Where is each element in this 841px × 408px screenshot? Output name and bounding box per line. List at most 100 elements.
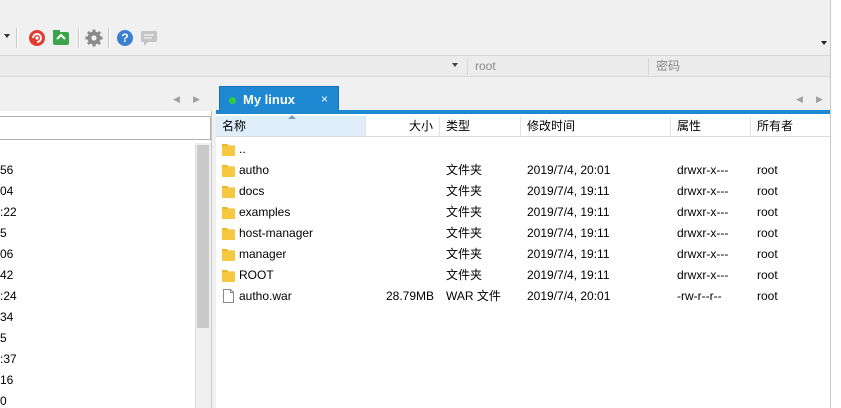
file-modified: 2019/7/4, 19:11 <box>527 247 610 261</box>
file-attributes: drwxr-x--- <box>677 226 729 240</box>
file-attributes: -rw-r--r-- <box>677 289 722 303</box>
file-size <box>366 139 434 160</box>
file-size <box>366 202 434 223</box>
local-scrollbar-thumb[interactable] <box>197 145 209 328</box>
password-placeholder: 密码 <box>656 59 681 73</box>
file-size <box>366 223 434 244</box>
file-name: autho <box>239 163 270 177</box>
table-row[interactable]: examples 文件夹 2019/7/4, 19:11 drwxr-x--- root <box>216 202 830 223</box>
green-transfer-icon[interactable] <box>52 29 70 47</box>
file-size <box>366 160 434 181</box>
local-list-item[interactable]: 16 <box>0 373 13 387</box>
table-row[interactable]: .. <box>216 139 830 160</box>
file-name: host-manager <box>239 226 314 240</box>
file-size <box>366 265 434 286</box>
host-dropdown-icon[interactable] <box>452 63 458 67</box>
file-owner: root <box>757 268 778 282</box>
file-name: manager <box>239 247 287 261</box>
table-row[interactable]: manager 文件夹 2019/7/4, 19:11 drwxr-x--- root <box>216 244 830 265</box>
local-path-input[interactable] <box>0 116 211 140</box>
folder-icon <box>222 142 235 156</box>
file-modified: 2019/7/4, 19:11 <box>527 205 610 219</box>
file-modified: 2019/7/4, 20:01 <box>527 289 611 303</box>
file-owner: root <box>757 163 778 177</box>
connection-bar: root 密码 <box>0 55 830 77</box>
local-list-item[interactable]: :24 <box>0 289 17 303</box>
left-tab-next-icon[interactable]: ▶ <box>193 94 200 105</box>
overflow-arrow-icon[interactable] <box>821 41 827 45</box>
file-type: WAR 文件 <box>446 289 501 303</box>
chat-icon[interactable] <box>140 29 158 47</box>
dropdown-arrow-icon[interactable] <box>4 34 10 38</box>
local-list-item[interactable]: 0 <box>0 394 7 408</box>
local-list-item[interactable]: 56 <box>0 163 13 177</box>
file-type: 文件夹 <box>446 163 483 177</box>
file-type: 文件夹 <box>446 226 483 240</box>
folder-icon <box>222 247 235 261</box>
file-name: autho.war <box>239 289 292 303</box>
file-type: 文件夹 <box>446 184 483 198</box>
window-edge <box>830 0 841 408</box>
file-attributes: drwxr-x--- <box>677 184 729 198</box>
file-owner: root <box>757 226 778 240</box>
file-size: 28.79MB <box>385 289 434 303</box>
help-icon[interactable]: ? <box>116 29 134 47</box>
file-modified: 2019/7/4, 20:01 <box>527 163 611 177</box>
file-attributes: drwxr-x--- <box>677 163 729 177</box>
left-tab-prev-icon[interactable]: ◀ <box>173 94 180 105</box>
local-list-item[interactable]: 34 <box>0 310 13 324</box>
file-owner <box>757 139 827 160</box>
file-owner: root <box>757 184 778 198</box>
password-field[interactable]: 密码 <box>648 58 830 75</box>
column-header-attributes[interactable]: 属性 <box>671 116 751 136</box>
local-list-item[interactable]: 06 <box>0 247 13 261</box>
gear-icon[interactable] <box>85 29 103 47</box>
file-type: 文件夹 <box>446 205 483 219</box>
column-size-label: 大小 <box>408 119 433 133</box>
local-list-item[interactable]: 5 <box>0 226 7 240</box>
tab-close-icon[interactable]: × <box>321 92 328 106</box>
column-type-label: 类型 <box>446 119 471 133</box>
file-modified: 2019/7/4, 19:11 <box>527 268 610 282</box>
local-list-item[interactable]: :37 <box>0 352 17 366</box>
column-header-modified[interactable]: 修改时间 <box>521 116 671 136</box>
right-tab-next-icon[interactable]: ▶ <box>816 94 823 105</box>
table-row[interactable]: autho.war 28.79MB WAR 文件 2019/7/4, 20:01 -rw… <box>216 286 830 307</box>
folder-icon <box>222 205 235 219</box>
table-row[interactable]: autho 文件夹 2019/7/4, 20:01 drwxr-x--- root <box>216 160 830 181</box>
column-header-owner[interactable]: 所有者 <box>751 116 830 136</box>
host-field[interactable] <box>0 58 466 75</box>
folder-icon <box>222 163 235 177</box>
file-modified <box>527 139 677 160</box>
table-row[interactable]: ROOT 文件夹 2019/7/4, 19:11 drwxr-x--- root <box>216 265 830 286</box>
file-type: 文件夹 <box>446 268 483 282</box>
tab-strip <box>0 78 830 111</box>
column-header-type[interactable]: 类型 <box>440 116 521 136</box>
file-size <box>366 244 434 265</box>
column-header-name[interactable]: 名称 <box>216 115 366 136</box>
tab-my-linux[interactable]: My linux × <box>219 86 339 112</box>
connected-status-dot <box>229 97 236 104</box>
local-list-item[interactable]: 5 <box>0 331 7 345</box>
local-file-pane <box>0 111 212 408</box>
column-modified-label: 修改时间 <box>527 119 576 133</box>
file-type <box>446 139 526 160</box>
local-list-item[interactable]: :22 <box>0 205 17 219</box>
file-name: ROOT <box>239 268 274 282</box>
column-attributes-label: 属性 <box>677 119 702 133</box>
right-tab-prev-icon[interactable]: ◀ <box>796 94 803 105</box>
username-field[interactable]: root <box>467 58 647 75</box>
file-name: .. <box>239 142 246 156</box>
file-list-header: 名称 大小 类型 修改时间 属性 所有者 <box>216 115 830 137</box>
table-row[interactable]: docs 文件夹 2019/7/4, 19:11 drwxr-x--- root <box>216 181 830 202</box>
local-list-item[interactable]: 42 <box>0 268 13 282</box>
local-list-item[interactable]: 04 <box>0 184 13 198</box>
table-row[interactable]: host-manager 文件夹 2019/7/4, 19:11 drwxr-x---… <box>216 223 830 244</box>
column-owner-label: 所有者 <box>757 119 794 133</box>
column-header-size[interactable]: 大小 <box>366 116 440 136</box>
folder-icon <box>222 226 235 240</box>
file-size <box>366 181 434 202</box>
file-attributes: drwxr-x--- <box>677 247 729 261</box>
red-swirl-icon[interactable] <box>28 29 46 47</box>
username-placeholder: root <box>475 59 496 73</box>
